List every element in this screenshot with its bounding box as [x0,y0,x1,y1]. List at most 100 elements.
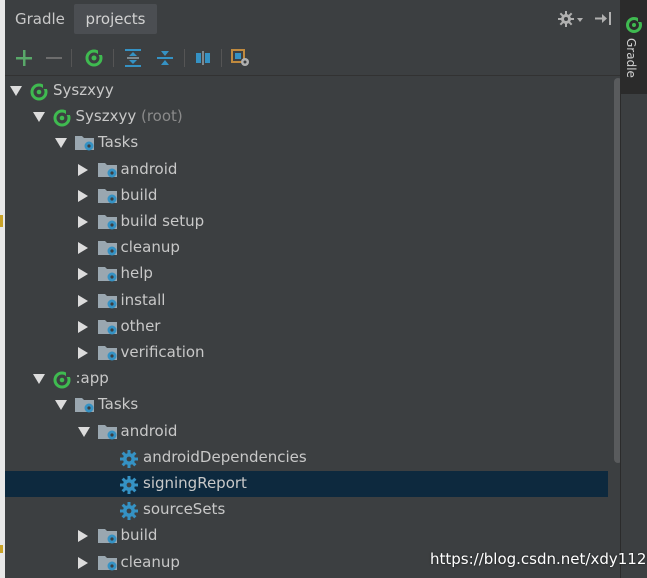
tree-item-text: androidDependencies [143,447,307,466]
tree-row[interactable]: android [5,419,608,445]
tree-item-text: Tasks [98,395,139,414]
tree-item-text: signingReport [143,474,247,492]
gradle-panel: Gradle projects Syszxyy Syszxyy (root) T… [5,0,623,578]
tree-row[interactable]: Tasks [5,392,608,418]
expand-arrow-icon[interactable] [77,216,88,228]
toolbar-separator [71,49,72,67]
collapse-arrow-icon[interactable] [77,426,90,437]
collapse-arrow-icon[interactable] [55,400,67,411]
tree-item-text: android [120,159,178,178]
folder-gear-icon [97,344,117,362]
tree-item-label: build [121,186,158,204]
tree-item-label: Syszxyy (root) [76,107,183,125]
expand-all-icon[interactable] [122,47,144,69]
folder-gear-icon [74,396,94,414]
expand-arrow-icon[interactable] [77,189,88,202]
tree-item-label: build [121,526,158,544]
tree-item-label: :app [76,369,109,387]
tree-row[interactable]: :app [5,366,608,392]
tree-item-text: Tasks [98,133,139,152]
folder-gear-icon [97,213,117,231]
right-tool-sidebar: Gradle [620,0,647,578]
watermark: https://blog.csdn.net/xdy1120 [430,550,647,568]
folder-gear-icon [97,265,117,283]
collapse-arrow-icon[interactable] [10,86,22,96]
collapse-all-icon[interactable] [154,47,176,69]
tree-item-text: verification [120,343,205,361]
tree-row[interactable]: Tasks [5,130,608,156]
expand-arrow-icon[interactable] [77,242,88,255]
remove-icon[interactable] [43,47,65,69]
expand-arrow-icon[interactable] [77,268,88,281]
edge-marker [0,215,3,227]
tree-item-label: android [121,160,178,178]
toolbar-separator [184,49,185,67]
tree-item-label: cleanup [121,238,180,256]
tree-item-text: cleanup [120,238,180,257]
folder-gear-icon [97,423,117,441]
collapse-arrow-icon[interactable] [32,374,45,385]
toolbar-separator [113,49,114,67]
tree-row[interactable]: signingReport [5,471,608,497]
settings-gear-dropdown-icon[interactable] [558,10,584,32]
refresh-icon[interactable] [83,47,105,69]
tree-row[interactable]: cleanup [5,235,608,261]
tree-item-text: cleanup [120,552,180,571]
gradle-icon [52,370,72,389]
tree-item-label: androidDependencies [143,448,307,466]
panel-title: Gradle [15,10,65,28]
tree-item-text: :app [75,369,109,388]
folder-gear-icon [97,161,117,179]
tree-item-text: android [120,421,178,440]
expand-arrow-icon[interactable] [77,556,88,569]
tab-projects[interactable]: projects [74,4,157,34]
tree-item-text: build [120,185,158,204]
settings-icon[interactable] [230,47,252,69]
tree-row[interactable]: build [5,523,608,549]
hide-panel-icon[interactable] [594,11,612,31]
tree-item-text: help [120,264,153,283]
tree-row[interactable]: help [5,261,608,287]
gradle-icon [52,108,72,127]
tree-row[interactable]: build setup [5,209,608,235]
gradle-tree: Syszxyy Syszxyy (root) Tasks android build bu… [5,78,608,578]
tree-row[interactable]: Syszxyy (root) [5,104,608,130]
add-icon[interactable] [13,47,35,69]
tree-row[interactable]: Syszxyy [5,78,608,104]
expand-arrow-icon[interactable] [77,163,88,176]
folder-gear-icon [97,318,117,336]
panel-titlebar: Gradle projects [5,0,620,40]
gradle-tool-tab[interactable]: Gradle [621,0,647,94]
expand-arrow-icon[interactable] [77,294,88,307]
expand-arrow-icon[interactable] [77,320,88,333]
tree-item-label: Tasks [98,133,138,151]
folder-gear-icon [97,527,117,545]
tree-item-label: build setup [121,212,205,230]
gear-icon [119,475,139,494]
tree-item-label: android [121,422,178,440]
expand-arrow-icon[interactable] [77,347,88,359]
gear-icon [119,501,139,521]
tree-row[interactable]: androidDependencies [5,445,608,471]
gradle-toolbar [5,41,620,76]
folder-gear-icon [74,134,94,152]
collapse-arrow-icon[interactable] [55,138,67,149]
tree-item-text: Syszxyy [75,107,137,126]
expand-arrow-icon[interactable] [77,530,88,543]
tree-item-label: install [121,291,166,309]
tree-row[interactable]: sourceSets [5,497,608,523]
tree-item-label: verification [121,343,205,361]
link-icon[interactable] [192,47,214,69]
tree-row[interactable]: other [5,314,608,340]
tree-item-label: Syszxyy [53,81,114,99]
tree-row[interactable]: build [5,183,608,209]
title-actions [558,10,612,32]
folder-gear-icon [97,239,117,257]
tree-item-text: sourceSets [143,500,226,519]
tree-item-text: build setup [120,212,205,230]
tree-row[interactable]: android [5,157,608,183]
collapse-arrow-icon[interactable] [32,112,45,123]
tree-row[interactable]: verification [5,340,608,366]
tree-row[interactable]: install [5,288,608,314]
tree-item-text: install [120,290,166,309]
